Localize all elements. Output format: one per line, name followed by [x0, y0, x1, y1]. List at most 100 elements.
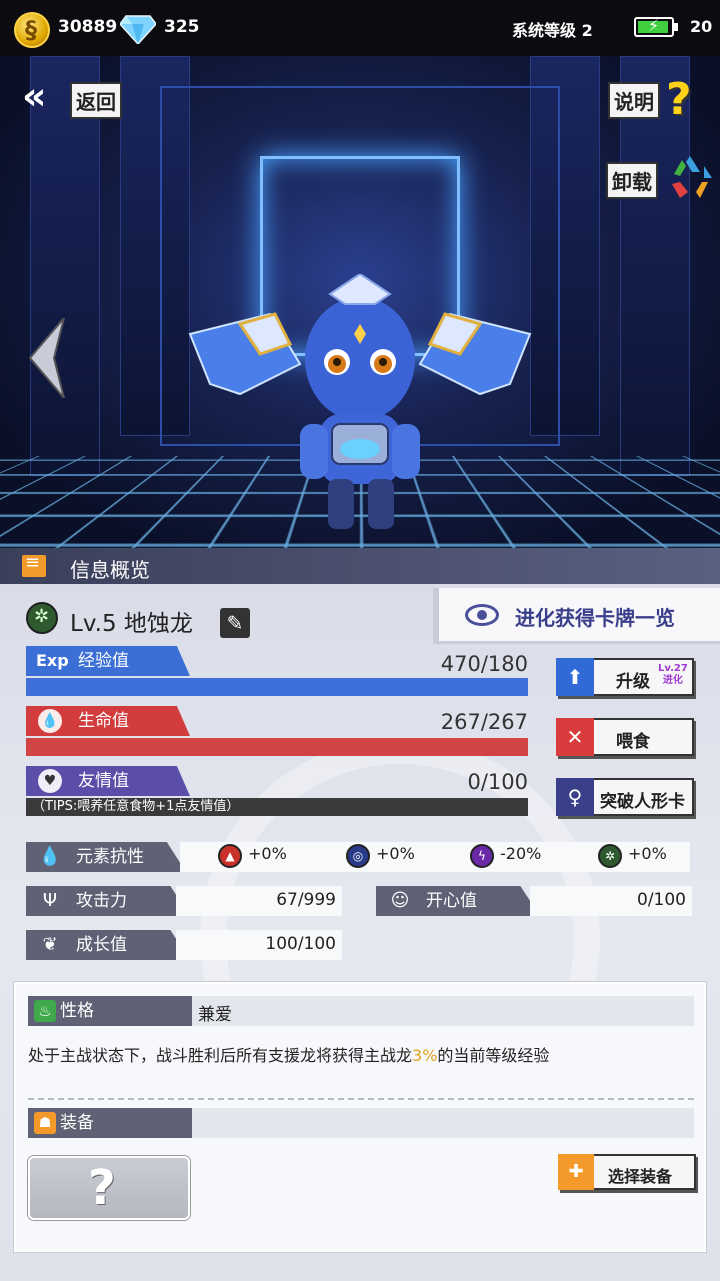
equipment-label: 装备: [60, 1113, 94, 1133]
select-equipment-button[interactable]: ✚ 选择装备: [558, 1154, 696, 1190]
battery-level: 20: [690, 17, 713, 36]
status-bar: 30889 325 系统等级 2 ⚡ 20: [0, 0, 720, 56]
equipment-strip: [192, 1108, 694, 1138]
feed-button[interactable]: ✕ 喂食: [556, 718, 694, 756]
dragon-name: Lv.5 地蚀龙: [70, 611, 193, 637]
dragon-scene: « 返回 说明 ? 卸载: [0, 56, 720, 548]
trait-desc-text-end: 的当前等级经验: [437, 1046, 550, 1065]
info-overview-header: 信息概览: [0, 548, 720, 584]
unload-label: 卸载: [606, 162, 658, 199]
fire-resist-value: +0%: [248, 844, 287, 863]
attack-tag: Ψ 攻击力: [26, 886, 190, 916]
trident-icon: Ψ: [42, 890, 58, 911]
trait-desc-highlight: 3%: [412, 1046, 438, 1065]
humanoid-icon: ♀: [556, 778, 594, 816]
trait-label: 性格: [60, 1001, 94, 1021]
trait-desc-text: 处于主战状态下，战斗胜利后所有支援龙将获得主战龙: [28, 1046, 413, 1065]
coin-count: 30889: [58, 17, 118, 37]
thunder-resist-value: -20%: [500, 844, 542, 863]
hp-bar: [26, 738, 528, 756]
system-level: 系统等级 2: [512, 21, 593, 40]
feed-label: 喂食: [616, 732, 650, 752]
trait-strip: [192, 996, 694, 1026]
evolution-cards-button[interactable]: 进化获得卡牌一览: [433, 588, 720, 644]
happiness-tag: ☺ 开心值: [376, 886, 540, 916]
equipment-tag: ☗ 装备: [28, 1108, 192, 1138]
breakthrough-label: 突破人形卡: [600, 792, 685, 812]
hp-value: 267/267: [440, 710, 528, 734]
trait-value: 兼爱: [198, 1005, 232, 1025]
add-equipment-icon: ✚: [558, 1154, 594, 1190]
back-button[interactable]: « 返回: [22, 74, 132, 119]
friendship-tips: （TIPS:喂养任意食物+1点友情值）: [26, 798, 528, 816]
exp-value: 470/180: [440, 652, 528, 676]
element-resist-tag: 💧 元素抗性: [26, 842, 186, 872]
gold-coin-icon: [14, 12, 50, 48]
flame-icon: ♨: [34, 1000, 56, 1022]
element-resist-label: 元素抗性: [76, 847, 144, 867]
upgrade-button[interactable]: ⬆ 升级 Lv.27 进化: [556, 658, 694, 696]
exp-tag: Exp 经验值: [26, 646, 190, 676]
hp-bar-fill: [26, 738, 528, 756]
exp-label: 经验值: [78, 651, 129, 671]
trait-equip-card: ♨ 性格 兼爱 处于主战状态下，战斗胜利后所有支援龙将获得主战龙3%的当前等级经…: [14, 982, 706, 1252]
edit-name-icon[interactable]: ✎: [220, 608, 250, 638]
divider: [28, 1098, 694, 1100]
empty-slot-question-icon: ?: [88, 1160, 116, 1216]
exp-bar-fill: [26, 678, 528, 696]
happiness-label: 开心值: [426, 891, 477, 911]
evolution-cards-label: 进化获得卡牌一览: [515, 606, 675, 630]
trait-description: 处于主战状态下，战斗胜利后所有支援龙将获得主战龙3%的当前等级经验: [28, 1042, 698, 1066]
growth-tag: ❦ 成长值: [26, 930, 190, 960]
growth-value: 100/100: [265, 934, 336, 954]
thunder-element-icon: ϟ: [470, 844, 494, 868]
attack-label: 攻击力: [76, 891, 127, 911]
level-up-arrow-icon: ⬆: [556, 658, 594, 696]
friendship-value: 0/100: [467, 770, 528, 794]
upgrade-evolve-level: Lv.27: [658, 663, 688, 674]
diamond-icon: [120, 15, 156, 44]
hearts-icon: ♥: [38, 769, 62, 793]
double-chevron-left-icon: «: [22, 74, 47, 118]
attack-value: 67/999: [276, 890, 336, 910]
select-equipment-label: 选择装备: [608, 1167, 673, 1186]
previous-dragon-arrow-icon[interactable]: [26, 318, 68, 398]
exp-icon: Exp: [36, 651, 69, 670]
equipment-slot[interactable]: ?: [28, 1156, 190, 1220]
earth-element-icon: [26, 602, 58, 634]
battery-icon: ⚡: [634, 16, 678, 37]
hp-tag: 💧 生命值: [26, 706, 190, 736]
upgrade-evolve-hint: Lv.27 进化: [658, 663, 688, 687]
upgrade-evolve-text: 进化: [662, 675, 683, 686]
leaf-icon: ❦: [42, 934, 58, 955]
water-resist-value: +0%: [376, 844, 415, 863]
water-element-icon: ◎: [346, 844, 370, 868]
equipment-icon: ☗: [34, 1112, 56, 1134]
exp-bar: [26, 678, 528, 696]
list-icon: [22, 552, 46, 577]
dragon-character: [188, 274, 532, 529]
blood-drop-icon: 💧: [38, 709, 62, 733]
happiness-value: 0/100: [637, 890, 686, 910]
background-pillar: [30, 56, 100, 476]
unload-button[interactable]: 卸载: [606, 152, 716, 202]
friendship-tag: ♥ 友情值: [26, 766, 190, 796]
friendship-label: 友情值: [78, 771, 129, 791]
earth-element-icon: ✲: [598, 844, 622, 868]
help-button[interactable]: 说明 ?: [608, 74, 700, 125]
question-mark-icon: ?: [666, 74, 692, 125]
trait-tag: ♨ 性格: [28, 996, 192, 1026]
back-label: 返回: [70, 82, 122, 119]
fork-knife-icon: ✕: [556, 718, 594, 756]
upgrade-label: 升级: [616, 672, 650, 692]
recycle-icon: [672, 156, 712, 198]
gem-count: 325: [164, 17, 200, 37]
water-drop-icon: 💧: [38, 846, 62, 867]
breakthrough-button[interactable]: ♀ 突破人形卡: [556, 778, 694, 816]
growth-label: 成长值: [76, 935, 127, 955]
hp-label: 生命值: [78, 711, 129, 731]
eye-icon: [465, 604, 499, 626]
help-label: 说明: [608, 82, 660, 119]
earth-resist-value: +0%: [628, 844, 667, 863]
info-panel: 信息概览 Lv.5 地蚀龙 ✎ 进化获得卡牌一览 Exp 经验值 470/180…: [0, 548, 720, 1281]
